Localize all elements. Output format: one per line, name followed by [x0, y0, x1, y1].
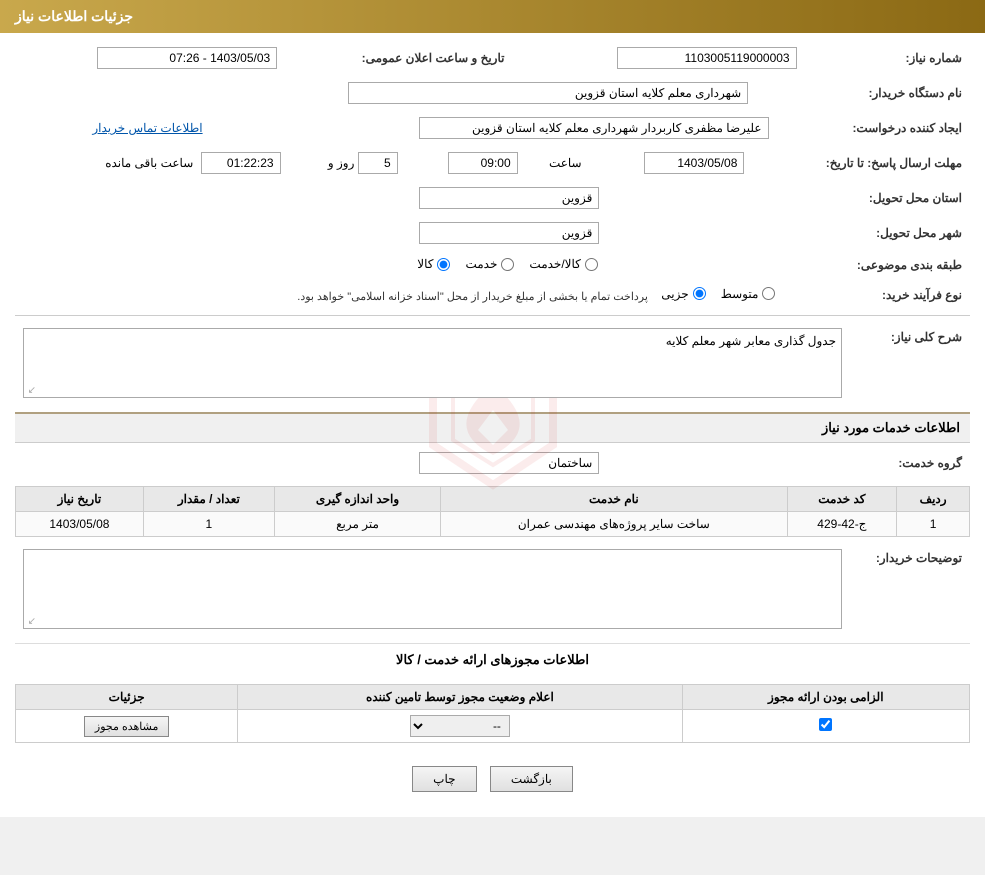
purchase-type-group: متوسط جزیی: [661, 287, 775, 301]
purchase-radio-medium[interactable]: [762, 287, 775, 300]
description-label: شرح کلی نیاز:: [850, 324, 970, 402]
view-permit-button[interactable]: مشاهده مجوز: [84, 716, 169, 737]
deadline-days: روز و: [289, 148, 403, 178]
service-group-input[interactable]: [419, 452, 599, 474]
col-qty: تعداد / مقدار: [143, 487, 274, 512]
print-button[interactable]: چاپ: [412, 766, 476, 792]
description-box: جدول گذاری معابر شهر معلم کلایه ↙: [23, 328, 842, 398]
purchase-type-medium[interactable]: متوسط: [721, 287, 776, 301]
service-unit: متر مربع: [274, 512, 440, 537]
deadline-time-input[interactable]: [448, 152, 518, 174]
deadline-remaining-label: ساعت باقی مانده: [105, 156, 193, 170]
form-row-7: طبقه بندی موضوعی: کالا/خدمت خدمت: [15, 253, 970, 278]
category-radio-kala-khedmat[interactable]: [585, 258, 598, 271]
contact-link[interactable]: اطلاعات تماس خریدار: [92, 121, 202, 135]
col-code: کد خدمت: [787, 487, 897, 512]
form-row-8: نوع فرآیند خرید: متوسط جزیی پرداخت تمام …: [15, 283, 970, 308]
perm-required-checkbox[interactable]: [819, 718, 832, 731]
category-label: طبقه بندی موضوعی:: [606, 253, 970, 278]
category-radio-kala[interactable]: [437, 258, 450, 271]
buyer-desc-label: توضیحات خریدار:: [850, 545, 970, 633]
perm-col-status: اعلام وضعیت مجوز توسط تامین کننده: [238, 685, 682, 710]
form-row-1: شماره نیاز: تاریخ و ساعت اعلان عمومی:: [15, 43, 970, 73]
province-input[interactable]: [419, 187, 599, 209]
purchase-note: پرداخت تمام یا بخشی از مبلغ خریدار از مح…: [297, 291, 648, 303]
service-code: ج-42-429: [787, 512, 897, 537]
purchase-radio-partial[interactable]: [693, 287, 706, 300]
category-option-kala-khedmat[interactable]: کالا/خدمت: [529, 257, 597, 271]
form-row-4: مهلت ارسال پاسخ: تا تاریخ: ساعت روز و سا…: [15, 148, 970, 178]
form-row-6: شهر محل تحویل:: [15, 218, 970, 248]
deadline-days-input[interactable]: [358, 152, 398, 174]
back-button[interactable]: بازگشت: [490, 766, 573, 792]
province-label: استان محل تحویل:: [607, 183, 970, 213]
category-radio-group: کالا/خدمت خدمت کالا: [417, 257, 598, 271]
buyer-org-label: نام دستگاه خریدار:: [756, 78, 970, 108]
form-row-buyer-desc: توضیحات خریدار: ↙: [15, 545, 970, 633]
permissions-section-title: اطلاعات مجوزهای ارائه خدمت / کالا: [15, 643, 970, 676]
perm-col-details: جزئیات: [16, 685, 238, 710]
perm-col-required: الزامی بودن ارائه مجوز: [682, 685, 969, 710]
button-bar: بازگشت چاپ: [15, 751, 970, 807]
col-name: نام خدمت: [441, 487, 787, 512]
service-row-num: 1: [897, 512, 970, 537]
category-option-khedmat[interactable]: خدمت: [465, 257, 514, 271]
deadline-remaining-input[interactable]: [201, 152, 281, 174]
date-label: تاریخ و ساعت اعلان عمومی:: [285, 43, 534, 73]
need-number-value: [534, 43, 804, 73]
description-text: جدول گذاری معابر شهر معلم کلایه: [24, 329, 841, 353]
col-unit: واحد اندازه گیری: [274, 487, 440, 512]
service-date: 1403/05/08: [16, 512, 144, 537]
form-row-description: شرح کلی نیاز: جدول گذاری معابر شهر معلم …: [15, 324, 970, 402]
perm-details-cell: مشاهده مجوز: [16, 710, 238, 743]
deadline-label: مهلت ارسال پاسخ: تا تاریخ:: [752, 148, 970, 178]
buyer-desc-box: ↙: [23, 549, 842, 629]
perm-status-cell: --: [238, 710, 682, 743]
service-name: ساخت سایر پروژه‌های مهندسی عمران: [441, 512, 787, 537]
city-label: شهر محل تحویل:: [607, 218, 970, 248]
form-row-2: نام دستگاه خریدار:: [15, 78, 970, 108]
need-number-input[interactable]: [617, 47, 797, 69]
category-option-kala[interactable]: کالا: [417, 257, 450, 271]
deadline-days-label: روز و: [328, 156, 355, 170]
col-date: تاریخ نیاز: [16, 487, 144, 512]
services-table: ردیف کد خدمت نام خدمت واحد اندازه گیری ت…: [15, 486, 970, 537]
creator-value: [213, 113, 777, 143]
need-number-label: شماره نیاز:: [805, 43, 970, 73]
category-radio-khedmat[interactable]: [501, 258, 514, 271]
buyer-org-value: [15, 78, 756, 108]
deadline-time-label: ساعت: [526, 148, 587, 178]
service-qty: 1: [143, 512, 274, 537]
permissions-table: الزامی بودن ارائه مجوز اعلام وضعیت مجوز …: [15, 684, 970, 743]
divider-1: [15, 315, 970, 316]
purchase-type-label: نوع فرآیند خرید:: [783, 283, 970, 308]
page-wrapper: جزئیات اطلاعات نیاز شماره نیاز: تاریخ و …: [0, 0, 985, 817]
city-input[interactable]: [419, 222, 599, 244]
creator-label: ایجاد کننده درخواست:: [777, 113, 970, 143]
service-row: 1 ج-42-429 ساخت سایر پروژه‌های مهندسی عم…: [16, 512, 970, 537]
form-row-5: استان محل تحویل:: [15, 183, 970, 213]
resize-handle: ↙: [26, 385, 36, 395]
col-row: ردیف: [897, 487, 970, 512]
buyer-org-input[interactable]: [348, 82, 748, 104]
page-header: جزئیات اطلاعات نیاز: [0, 0, 985, 33]
form-row-3: ایجاد کننده درخواست: اطلاعات تماس خریدار: [15, 113, 970, 143]
perm-status-select[interactable]: --: [410, 715, 510, 737]
perm-required-cell: [682, 710, 969, 743]
services-section-title: اطلاعات خدمات مورد نیاز: [15, 412, 970, 443]
date-value: [15, 43, 285, 73]
creator-input[interactable]: [419, 117, 769, 139]
date-input[interactable]: [97, 47, 277, 69]
service-group-label: گروه خدمت:: [607, 448, 970, 478]
purchase-type-partial[interactable]: جزیی: [661, 287, 705, 301]
perm-row: -- مشاهده مجوز: [16, 710, 970, 743]
content-area: شماره نیاز: تاریخ و ساعت اعلان عمومی: نا…: [0, 33, 985, 817]
page-title: جزئیات اطلاعات نیاز: [15, 8, 133, 24]
form-row-service-group: گروه خدمت:: [15, 448, 970, 478]
deadline-date-input[interactable]: [644, 152, 744, 174]
buyer-desc-resize: ↙: [26, 616, 36, 626]
